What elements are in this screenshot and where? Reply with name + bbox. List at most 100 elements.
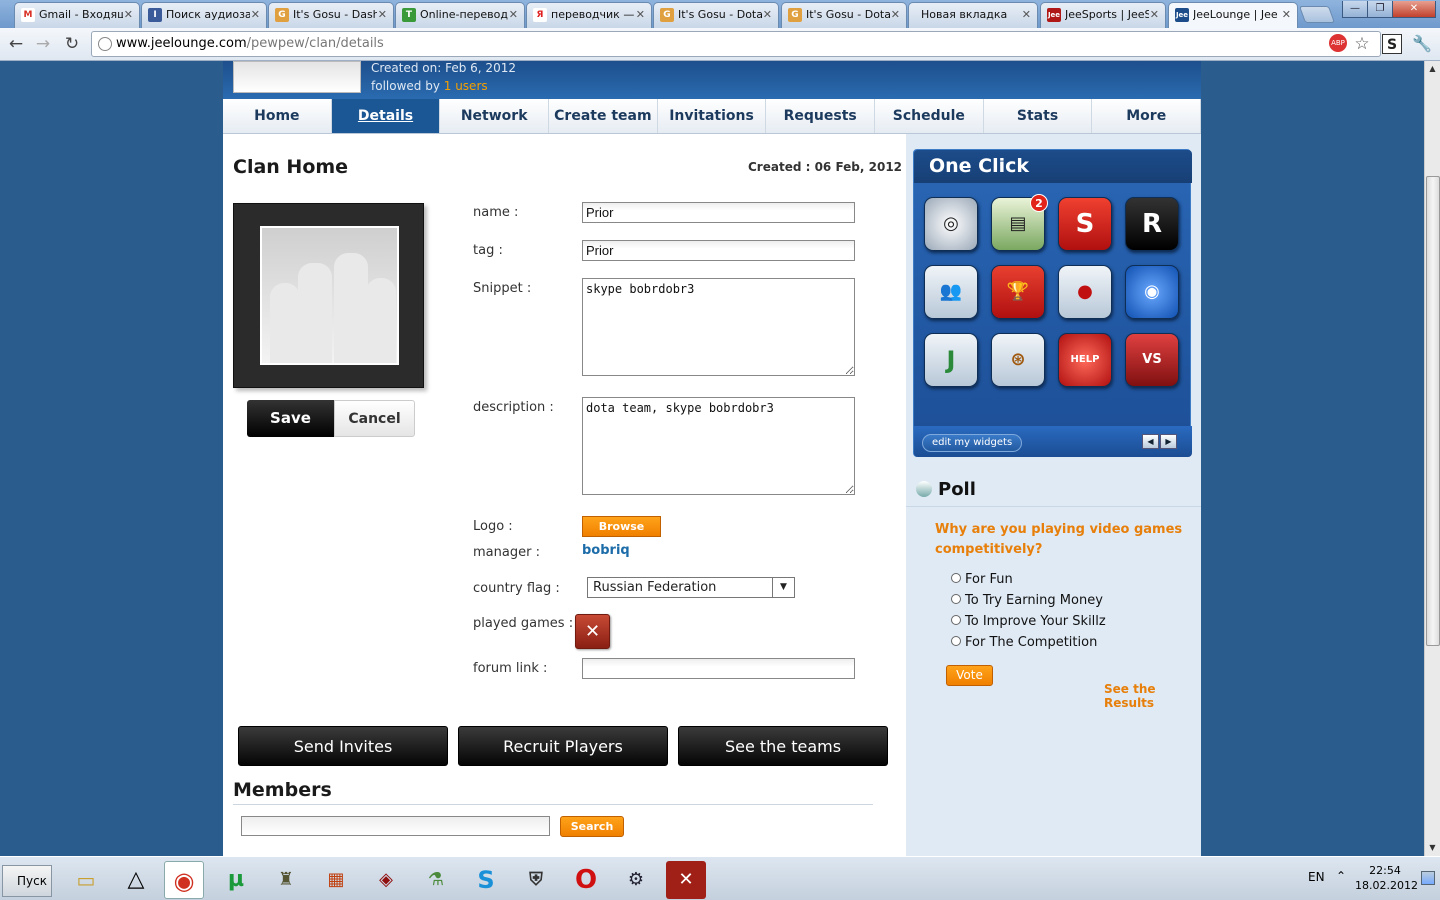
browser-tab-jeesports[interactable]: Jee JeeSports | JeeS ✕: [1040, 2, 1166, 28]
browser-tab-audio-search[interactable]: I Поиск аудиозап ✕: [141, 2, 267, 28]
description-textarea[interactable]: [582, 397, 855, 495]
steam-icon[interactable]: ⚙: [616, 861, 656, 899]
scroll-down-icon[interactable]: ▼: [1425, 840, 1440, 855]
r-logo-icon[interactable]: R: [1125, 197, 1179, 251]
tab-close-icon[interactable]: ✕: [1282, 3, 1291, 27]
browser-tab-gosu-dota-2[interactable]: G It's Gosu - Dota ✕: [781, 2, 907, 28]
recruit-players-button[interactable]: Recruit Players: [458, 726, 668, 766]
network-globe-icon[interactable]: ◉: [1125, 265, 1179, 319]
cancel-button[interactable]: Cancel: [334, 400, 415, 437]
tab-close-icon[interactable]: ✕: [636, 3, 645, 27]
tab-close-icon[interactable]: ✕: [891, 3, 900, 27]
save-button[interactable]: Save: [247, 400, 334, 437]
nav-home[interactable]: Home: [223, 99, 332, 133]
forum-link-input[interactable]: [582, 658, 855, 679]
browse-button[interactable]: Browse: [582, 516, 661, 537]
nav-schedule[interactable]: Schedule: [875, 99, 984, 133]
dota-taskbar-icon[interactable]: ✕: [666, 861, 706, 899]
radio-button[interactable]: [951, 636, 961, 646]
poll-option[interactable]: For The Competition: [951, 635, 1097, 650]
forward-icon[interactable]: →: [32, 34, 54, 56]
network-tool-icon[interactable]: ⚗: [416, 861, 456, 899]
new-tab-button[interactable]: [1298, 6, 1336, 23]
scroll-up-icon[interactable]: ▲: [1425, 61, 1440, 76]
sports-trophy-icon[interactable]: S: [1058, 197, 1112, 251]
extension-s-icon[interactable]: S: [1382, 34, 1402, 54]
prev-page-icon[interactable]: ◀: [1142, 434, 1159, 449]
poll-option[interactable]: To Improve Your Skillz: [951, 614, 1106, 629]
vote-button[interactable]: Vote: [946, 665, 993, 686]
game-bundle-icon[interactable]: ▦: [316, 861, 356, 899]
edit-widgets-button[interactable]: edit my widgets: [922, 434, 1023, 452]
world-of-tanks-icon[interactable]: ⛨: [516, 861, 556, 899]
language-indicator[interactable]: EN: [1308, 870, 1325, 884]
browser-tab-new-tab[interactable]: Новая вкладка ✕: [908, 2, 1038, 28]
tab-close-icon[interactable]: ✕: [124, 3, 133, 27]
browser-tab-gosu-dashboard[interactable]: G It's Gosu - Dashb ✕: [268, 2, 394, 28]
nav-details[interactable]: Details: [331, 99, 441, 133]
system-clock[interactable]: 22:54 18.02.2012: [1355, 863, 1418, 893]
name-input[interactable]: [582, 202, 855, 223]
members-search-input[interactable]: [241, 816, 550, 836]
page-scrollbar[interactable]: ▲ ▼: [1424, 61, 1440, 856]
minimize-icon[interactable]: —: [1342, 1, 1368, 18]
dota-game-icon[interactable]: ✕: [575, 614, 610, 649]
see-teams-button[interactable]: See the teams: [678, 726, 888, 766]
disc-icon[interactable]: ◎: [924, 197, 978, 251]
tab-close-icon[interactable]: ✕: [763, 3, 772, 27]
see-results-link[interactable]: See the Results: [1104, 682, 1201, 710]
browser-tab-gmail[interactable]: M Gmail - Входящи ✕: [14, 2, 140, 28]
bookmark-star-icon[interactable]: ☆: [1352, 34, 1372, 54]
address-bar[interactable]: www.jeelounge.com/pewpew/clan/details: [91, 31, 1381, 57]
snippet-textarea[interactable]: [582, 278, 855, 376]
nav-more[interactable]: More: [1092, 99, 1202, 133]
browser-tab-gosu-dota-1[interactable]: G It's Gosu - Dota ✕: [653, 2, 779, 28]
poll-option[interactable]: For Fun: [951, 572, 1013, 587]
country-select[interactable]: Russian Federation ▼: [587, 577, 795, 598]
inbox-icon[interactable]: ▤ 2: [991, 194, 1048, 251]
members-search-button[interactable]: Search: [560, 816, 624, 837]
show-desktop-button[interactable]: [1421, 871, 1435, 885]
radio-button[interactable]: [951, 573, 961, 583]
versus-icon[interactable]: VS: [1125, 333, 1179, 387]
utorrent-icon[interactable]: µ: [216, 861, 256, 899]
nav-invitations[interactable]: Invitations: [658, 99, 767, 133]
search-reel-icon[interactable]: ⊛: [991, 333, 1045, 387]
radio-button[interactable]: [951, 594, 961, 604]
help-button-icon[interactable]: HELP: [1058, 333, 1112, 387]
maximize-icon[interactable]: ❐: [1367, 1, 1393, 18]
scrollbar-thumb[interactable]: [1426, 176, 1440, 646]
game-launcher-icon[interactable]: ♜: [266, 861, 306, 899]
next-page-icon[interactable]: ▶: [1160, 434, 1177, 449]
back-icon[interactable]: ←: [5, 34, 27, 56]
start-button[interactable]: Пуск: [2, 865, 52, 897]
jeelnet-icon[interactable]: J: [924, 333, 978, 387]
tab-close-icon[interactable]: ✕: [1022, 3, 1031, 27]
tab-close-icon[interactable]: ✕: [378, 3, 387, 27]
adblock-icon[interactable]: ABP: [1329, 34, 1347, 52]
wrench-icon[interactable]: 🔧: [1412, 34, 1432, 54]
browser-tab-yandex-translator[interactable]: Я переводчик — Я ✕: [526, 2, 652, 28]
boxing-glove-icon[interactable]: ●: [1058, 265, 1112, 319]
browser-tab-online-translate[interactable]: T Online-перевод ✕: [395, 2, 525, 28]
chrome-icon[interactable]: ◉: [164, 861, 204, 899]
opera-icon[interactable]: O: [566, 861, 606, 899]
close-window-icon[interactable]: ✕: [1392, 1, 1436, 18]
nav-network[interactable]: Network: [440, 99, 550, 133]
folder-icon[interactable]: ▭: [66, 861, 106, 899]
manager-link[interactable]: bobriq: [582, 543, 630, 558]
followers-link[interactable]: 1 users: [444, 79, 488, 93]
nav-stats[interactable]: Stats: [984, 99, 1093, 133]
tournament-add-icon[interactable]: 🏆: [991, 265, 1045, 319]
skype-icon[interactable]: S: [466, 861, 506, 899]
page-info-icon[interactable]: [98, 37, 112, 51]
poll-option[interactable]: To Try Earning Money: [951, 593, 1103, 608]
users-help-icon[interactable]: 👥: [924, 265, 978, 319]
tray-expand-icon[interactable]: ⌃: [1336, 869, 1346, 883]
tag-input[interactable]: [582, 240, 855, 261]
browser-tab-jeelounge[interactable]: Jee JeeLounge | Jee ✕: [1168, 2, 1298, 28]
garena-icon[interactable]: ◈: [366, 861, 406, 899]
tab-close-icon[interactable]: ✕: [1150, 3, 1159, 27]
reload-icon[interactable]: ↻: [61, 34, 83, 56]
tab-close-icon[interactable]: ✕: [251, 3, 260, 27]
